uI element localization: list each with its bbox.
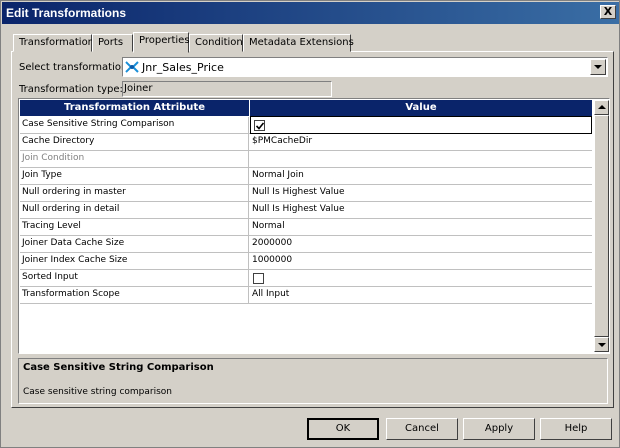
edit-transformations-dialog: Edit Transformations X Transformation Po… [0, 0, 620, 448]
tab-transformation[interactable]: Transformation [13, 34, 95, 52]
value-cell[interactable]: 1000000 [250, 253, 592, 269]
scroll-up-button[interactable] [594, 100, 609, 115]
transformation-type-field: Joiner [122, 81, 332, 97]
tab-label: Metadata Extensions [249, 37, 354, 48]
joiner-icon [125, 60, 139, 74]
tab-condition[interactable]: Condition [189, 34, 243, 52]
value-cell[interactable]: Normal Join [250, 168, 592, 184]
value-cell[interactable]: 2000000 [250, 236, 592, 252]
table-row[interactable]: Join Condition [20, 151, 592, 168]
checkbox-checked[interactable] [254, 120, 265, 131]
selected-transformation: Jnr_Sales_Price [142, 61, 224, 74]
arrow-down-icon [598, 343, 606, 347]
close-button[interactable]: X [600, 5, 616, 19]
chevron-down-icon [594, 65, 602, 69]
table-row[interactable]: Cache Directory $PMCacheDir [20, 134, 592, 151]
value-cell[interactable]: Null Is Highest Value [250, 185, 592, 201]
value-cell[interactable]: Normal [250, 219, 592, 235]
description-box: Case Sensitive String Comparison Case se… [18, 358, 608, 404]
attribute-cell: Null ordering in detail [20, 202, 249, 218]
tab-label: Properties [139, 35, 190, 46]
table-row[interactable]: Joiner Data Cache Size 2000000 [20, 236, 592, 253]
attribute-cell: Joiner Index Cache Size [20, 253, 249, 269]
ok-button[interactable]: OK [307, 418, 379, 440]
column-header-attribute: Transformation Attribute [20, 100, 250, 116]
tab-metadata-extensions[interactable]: Metadata Extensions [243, 34, 354, 52]
tab-label: Ports [98, 37, 124, 48]
help-button[interactable]: Help [540, 418, 612, 440]
vertical-scrollbar[interactable] [594, 100, 609, 352]
dropdown-button[interactable] [590, 59, 606, 75]
attribute-cell: Transformation Scope [20, 287, 249, 303]
table-row[interactable]: Null ordering in master Null Is Highest V… [20, 185, 592, 202]
table-row[interactable]: Transformation Scope All Input [20, 287, 592, 304]
attribute-cell: Join Type [20, 168, 249, 184]
column-header-value: Value [250, 100, 593, 116]
table-row[interactable]: Join Type Normal Join [20, 168, 592, 185]
attribute-cell: Tracing Level [20, 219, 249, 235]
attribute-cell: Null ordering in master [20, 185, 249, 201]
tab-properties[interactable]: Properties [133, 32, 190, 53]
window-title: Edit Transformations [6, 6, 127, 20]
cancel-button[interactable]: Cancel [386, 418, 458, 440]
attribute-cell: Case Sensitive String Comparison [20, 117, 249, 133]
value-cell[interactable] [250, 270, 592, 286]
title-bar[interactable]: Edit Transformations X [2, 2, 619, 24]
table-row[interactable]: Joiner Index Cache Size 1000000 [20, 253, 592, 270]
checkbox-unchecked[interactable] [253, 273, 264, 284]
tab-label: Condition [195, 37, 243, 48]
arrow-up-icon [598, 105, 606, 109]
value-cell[interactable] [250, 116, 592, 134]
table-row[interactable]: Case Sensitive String Comparison [20, 116, 592, 134]
select-transformation-label: Select transformation: [19, 62, 131, 73]
checkmark-icon [256, 122, 264, 130]
description-text: Case sensitive string comparison [23, 387, 173, 397]
table-row[interactable]: Null ordering in detail Null Is Highest V… [20, 202, 592, 219]
scroll-thumb[interactable] [594, 115, 609, 337]
scroll-down-button[interactable] [594, 337, 609, 352]
table-row[interactable]: Tracing Level Normal [20, 219, 592, 236]
value-cell[interactable] [250, 151, 592, 167]
properties-grid: Transformation Attribute Value Case Sens… [18, 98, 610, 354]
tab-label: Transformation [19, 37, 95, 48]
value-cell[interactable]: Null Is Highest Value [250, 202, 592, 218]
value-cell[interactable]: $PMCacheDir [250, 134, 592, 150]
table-row[interactable]: Sorted Input [20, 270, 592, 287]
attribute-cell: Cache Directory [20, 134, 249, 150]
close-icon: X [603, 5, 613, 18]
description-title: Case Sensitive String Comparison [23, 362, 214, 373]
value-cell[interactable]: All Input [250, 287, 592, 303]
attribute-cell: Join Condition [20, 151, 249, 167]
apply-button[interactable]: Apply [463, 418, 535, 440]
attribute-cell: Sorted Input [20, 270, 249, 286]
attribute-cell: Joiner Data Cache Size [20, 236, 249, 252]
tab-ports[interactable]: Ports [92, 34, 133, 52]
transformation-type-label: Transformation type: [19, 84, 123, 95]
select-transformation-dropdown[interactable]: Jnr_Sales_Price [122, 57, 608, 77]
